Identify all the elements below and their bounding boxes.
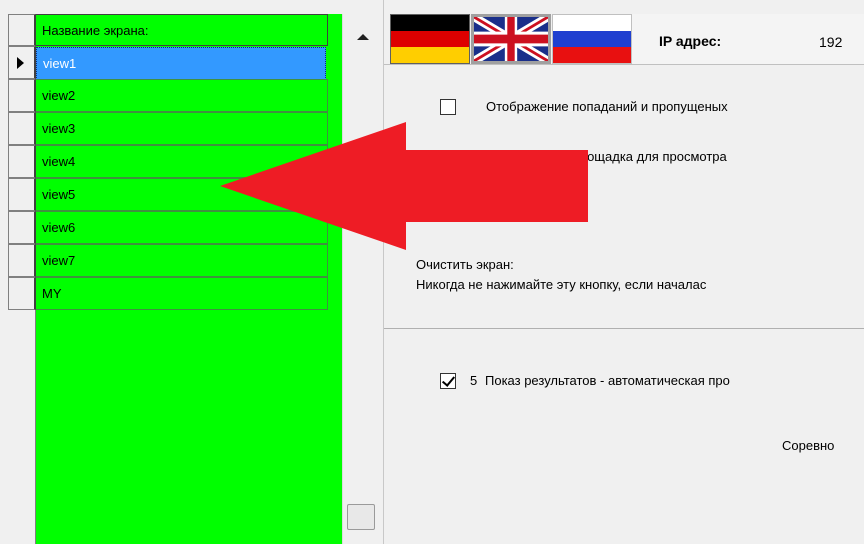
row-indicator[interactable] (8, 79, 36, 112)
competition-label: Соревно (782, 438, 835, 453)
show-results-prefix: 5 (470, 373, 478, 388)
row-indicator[interactable] (8, 46, 36, 79)
header-indicator-cell (8, 14, 36, 46)
grid-row[interactable]: view5 (8, 178, 328, 211)
ip-address-box: IP адрес: 192 (632, 14, 864, 64)
grid-column-header[interactable]: Название экрана: (36, 14, 328, 46)
grid-row[interactable]: view6 (8, 211, 328, 244)
show-hits-checkbox[interactable] (440, 99, 456, 115)
grid-cell[interactable]: MY (36, 277, 328, 310)
show-results-checkbox[interactable] (440, 373, 456, 389)
current-row-arrow-icon (17, 57, 24, 69)
grid-row[interactable]: view4 (8, 145, 328, 178)
grid-cell[interactable]: view5 (36, 178, 328, 211)
show-hits-label: Отображение попаданий и пропущеных (486, 99, 728, 114)
grid-row[interactable]: view1 (8, 46, 328, 80)
scroll-up-arrow-icon[interactable] (357, 34, 369, 40)
vertical-scrollbar[interactable] (342, 14, 383, 544)
row-indicator[interactable] (8, 211, 36, 244)
row-indicator[interactable] (8, 112, 36, 145)
row-indicator[interactable] (8, 178, 36, 211)
screen-list-panel: Название экрана: view1 view2 view3 view4… (0, 0, 383, 544)
grid-row[interactable]: view2 (8, 79, 328, 112)
grid-cell[interactable]: view7 (36, 244, 328, 277)
ip-label: IP адрес: (659, 33, 722, 49)
row-indicator[interactable] (8, 244, 36, 277)
row-indicator[interactable] (8, 145, 36, 178)
grid-cell[interactable]: view4 (36, 145, 328, 178)
grid-row[interactable]: view7 (8, 244, 328, 277)
show-results-label: Показ результатов - автоматическая про (485, 373, 730, 388)
grid-header: Название экрана: (8, 14, 328, 46)
row-indicator[interactable] (8, 277, 36, 310)
grid-cell[interactable]: view3 (36, 112, 328, 145)
clear-screen-label: Очистить экран: (416, 257, 514, 272)
row-indicator-column (8, 308, 36, 544)
grid-row[interactable]: MY (8, 277, 328, 310)
russian-flag-icon[interactable] (552, 14, 632, 64)
grid-cell[interactable]: view1 (36, 47, 326, 80)
grid-cell[interactable]: view6 (36, 211, 328, 244)
scroll-thumb[interactable] (347, 504, 375, 530)
viewing-area-label: Площадка для просмотра (570, 149, 727, 164)
grid-cell[interactable]: view2 (36, 79, 328, 112)
ip-value: 192 (819, 34, 843, 50)
uk-flag-icon[interactable] (471, 14, 551, 64)
german-flag-icon[interactable] (390, 14, 470, 64)
clear-screen-warning: Никогда не нажимайте эту кнопку, если на… (416, 277, 707, 292)
display-options-section: Отображение попаданий и пропущеных Площа… (384, 64, 864, 329)
grid-row[interactable]: view3 (8, 112, 328, 145)
section-divider (384, 328, 864, 329)
settings-panel: IP адрес: 192 Отображение попаданий и пр… (383, 0, 864, 544)
